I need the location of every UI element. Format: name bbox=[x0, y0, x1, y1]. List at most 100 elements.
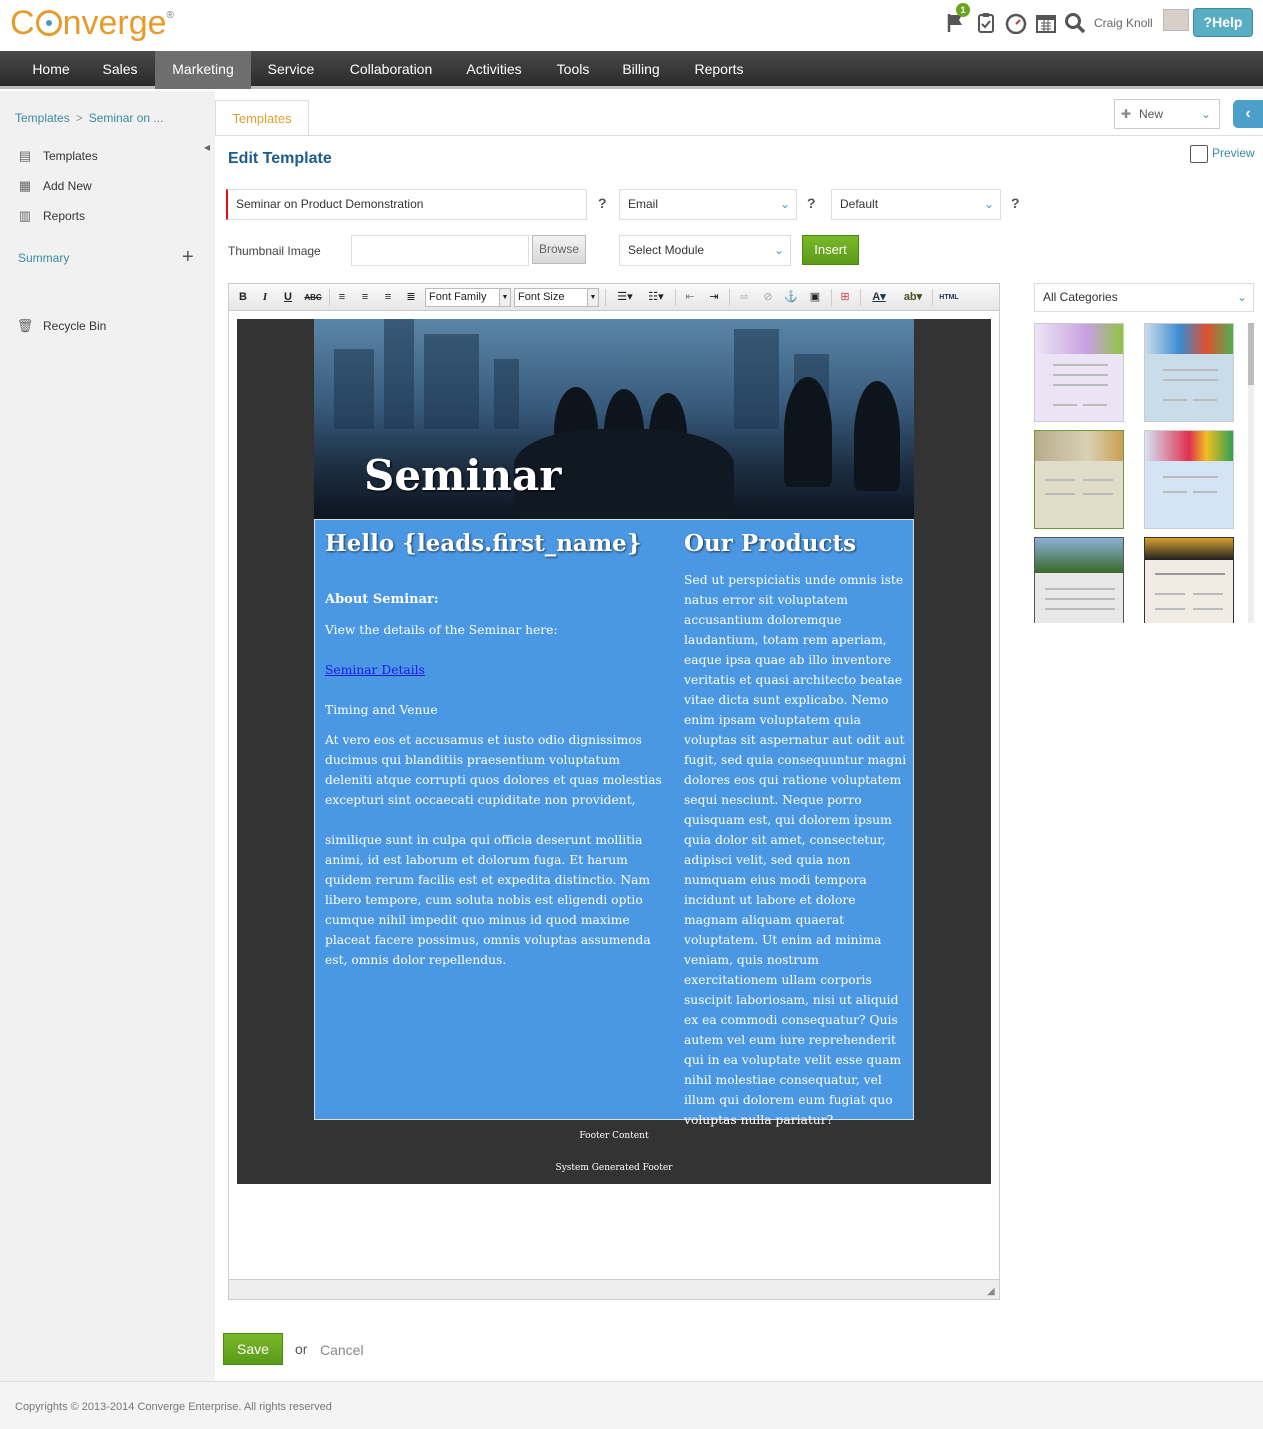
template-thumbnail[interactable] bbox=[1034, 323, 1124, 422]
template-thumbnails bbox=[1034, 323, 1256, 623]
breadcrumb-current[interactable]: Seminar on ... bbox=[89, 111, 164, 125]
tab-templates[interactable]: Templates bbox=[215, 100, 309, 136]
page-title: Edit Template bbox=[228, 150, 332, 167]
email-content-box: Hello {leads.first_name} About Seminar: … bbox=[314, 519, 914, 1127]
sidebar-item-recycle-bin[interactable]: 🗑 Recycle Bin bbox=[15, 316, 107, 336]
rich-text-editor[interactable]: B I U ABC ≡ ≡ ≡ ≣ Font Family ▼ Font Size… bbox=[228, 283, 1000, 1300]
template-type-select[interactable]: Email ⌄ bbox=[619, 189, 797, 220]
insert-table-icon[interactable]: ⊞ bbox=[836, 289, 854, 306]
converge-logo[interactable]: Cnverge® bbox=[10, 4, 174, 43]
template-thumbnail[interactable] bbox=[1144, 323, 1234, 422]
summary-section[interactable]: Summary bbox=[18, 251, 69, 265]
font-size-select[interactable]: Font Size ▼ bbox=[514, 288, 599, 307]
thumbnail-line bbox=[1083, 404, 1107, 406]
numbered-list-icon[interactable]: ☷▾ bbox=[642, 289, 670, 306]
clock-icon[interactable] bbox=[1005, 12, 1027, 35]
anchor-icon[interactable]: ⚓ bbox=[782, 289, 800, 306]
category-select[interactable]: All Categories ⌄ bbox=[1034, 283, 1254, 312]
nav-collaboration[interactable]: Collaboration bbox=[333, 51, 449, 89]
new-dropdown[interactable]: ✚ New ⌄ bbox=[1114, 99, 1220, 129]
scrollbar-thumb[interactable] bbox=[1248, 323, 1254, 385]
template-thumbnail[interactable] bbox=[1144, 537, 1234, 623]
person-silhouette bbox=[784, 377, 832, 487]
cancel-link[interactable]: Cancel bbox=[320, 1342, 364, 1358]
collapse-sidebar-icon[interactable]: ◂ bbox=[204, 140, 210, 154]
timing-venue-text: Timing and Venue bbox=[325, 703, 438, 717]
template-layout-select[interactable]: Default ⌄ bbox=[831, 189, 1001, 220]
thumbnail-line bbox=[1155, 593, 1185, 595]
breadcrumb-root[interactable]: Templates bbox=[15, 111, 70, 125]
link-icon[interactable]: ∞ bbox=[735, 289, 753, 306]
align-center-icon[interactable]: ≡ bbox=[357, 289, 373, 306]
template-thumbnail[interactable] bbox=[1034, 430, 1124, 529]
thumbnail-line bbox=[1155, 573, 1225, 575]
help-question-icon[interactable]: ? bbox=[598, 195, 607, 211]
help-question-icon[interactable]: ? bbox=[1011, 195, 1020, 211]
nav-activities[interactable]: Activities bbox=[451, 51, 537, 89]
thumbnail-line bbox=[1155, 608, 1185, 610]
panel-toggle-button[interactable]: ‹ bbox=[1233, 100, 1263, 128]
align-left-icon[interactable]: ≡ bbox=[334, 289, 350, 306]
trash-icon: 🗑 bbox=[16, 318, 34, 333]
thumbnail-line bbox=[1163, 369, 1218, 371]
underline-button[interactable]: U bbox=[280, 289, 296, 306]
font-family-select[interactable]: Font Family ▼ bbox=[425, 288, 511, 307]
search-icon[interactable] bbox=[1064, 12, 1086, 34]
italic-button[interactable]: I bbox=[257, 289, 273, 306]
template-type-value: Email bbox=[628, 197, 659, 211]
nav-billing[interactable]: Billing bbox=[608, 51, 674, 89]
nav-service[interactable]: Service bbox=[251, 51, 331, 89]
bullet-list-icon[interactable]: ☰▾ bbox=[611, 289, 639, 306]
left-paragraph-1: At vero eos et accusamus et iusto odio d… bbox=[325, 733, 662, 807]
template-thumbnail[interactable] bbox=[1034, 537, 1124, 623]
help-question-icon[interactable]: ? bbox=[807, 195, 816, 211]
preview-label: Preview bbox=[1212, 146, 1255, 161]
insert-button[interactable]: Insert bbox=[802, 235, 859, 265]
nav-sales[interactable]: Sales bbox=[86, 51, 154, 89]
sidebar-item-reports[interactable]: ▥ Reports bbox=[15, 206, 85, 226]
save-button[interactable]: Save bbox=[223, 1333, 283, 1365]
nav-home[interactable]: Home bbox=[18, 51, 84, 89]
plus-icon[interactable]: + bbox=[182, 247, 194, 267]
calendar-icon[interactable] bbox=[1035, 12, 1057, 34]
sidebar-item-add-new[interactable]: ▦ Add New bbox=[15, 176, 92, 196]
top-header: Cnverge® 1 Craig Knoll ?Help bbox=[0, 0, 1263, 51]
unlink-icon[interactable]: ⊘ bbox=[759, 289, 777, 306]
insert-image-icon[interactable]: ▣ bbox=[805, 289, 825, 306]
align-justify-icon[interactable]: ≣ bbox=[403, 289, 419, 306]
highlight-color-icon[interactable]: ab▾ bbox=[898, 289, 928, 306]
strikethrough-button[interactable]: ABC bbox=[303, 289, 323, 306]
clipboard-icon[interactable] bbox=[975, 12, 997, 34]
chevron-right-icon: > bbox=[75, 111, 83, 125]
nav-marketing[interactable]: Marketing bbox=[155, 51, 251, 89]
template-thumbnail[interactable] bbox=[1144, 430, 1234, 529]
thumbnail-line bbox=[1163, 476, 1218, 478]
chevron-down-icon: ⌄ bbox=[773, 243, 784, 257]
page-footer: Copyrights © 2013-2014 Converge Enterpri… bbox=[0, 1381, 1263, 1429]
preview-link[interactable]: Preview bbox=[1190, 145, 1255, 163]
left-paragraph-2: similique sunt in culpa qui officia dese… bbox=[325, 833, 651, 967]
thumbnails-scrollbar[interactable] bbox=[1248, 323, 1254, 623]
nav-tools[interactable]: Tools bbox=[539, 51, 607, 89]
tab-divider bbox=[215, 135, 1263, 136]
template-name-input[interactable]: Seminar on Product Demonstration bbox=[226, 189, 587, 220]
nav-reports[interactable]: Reports bbox=[676, 51, 762, 89]
seminar-details-link[interactable]: Seminar Details bbox=[325, 660, 425, 680]
indent-icon[interactable]: ⇥ bbox=[705, 289, 723, 306]
bold-button[interactable]: B bbox=[235, 289, 251, 306]
resize-handle-icon[interactable]: ◢ bbox=[987, 1287, 997, 1297]
html-source-button[interactable]: HTML bbox=[937, 289, 961, 306]
user-name[interactable]: Craig Knoll bbox=[1094, 16, 1153, 30]
thumbnail-input[interactable] bbox=[351, 235, 529, 266]
align-right-icon[interactable]: ≡ bbox=[380, 289, 396, 306]
browse-button[interactable]: Browse bbox=[532, 235, 586, 264]
text-color-icon[interactable]: A▾ bbox=[866, 289, 892, 306]
module-select[interactable]: Select Module ⌄ bbox=[619, 235, 791, 266]
help-button[interactable]: ?Help bbox=[1193, 8, 1253, 37]
preview-icon bbox=[1190, 145, 1208, 163]
thumbnail-line bbox=[1045, 479, 1075, 481]
avatar[interactable] bbox=[1163, 9, 1189, 31]
outdent-icon[interactable]: ⇤ bbox=[681, 289, 699, 306]
email-canvas[interactable]: Seminar Hello {leads.first_name} About S… bbox=[237, 319, 991, 1184]
sidebar-item-templates[interactable]: ▤ Templates bbox=[15, 146, 98, 166]
